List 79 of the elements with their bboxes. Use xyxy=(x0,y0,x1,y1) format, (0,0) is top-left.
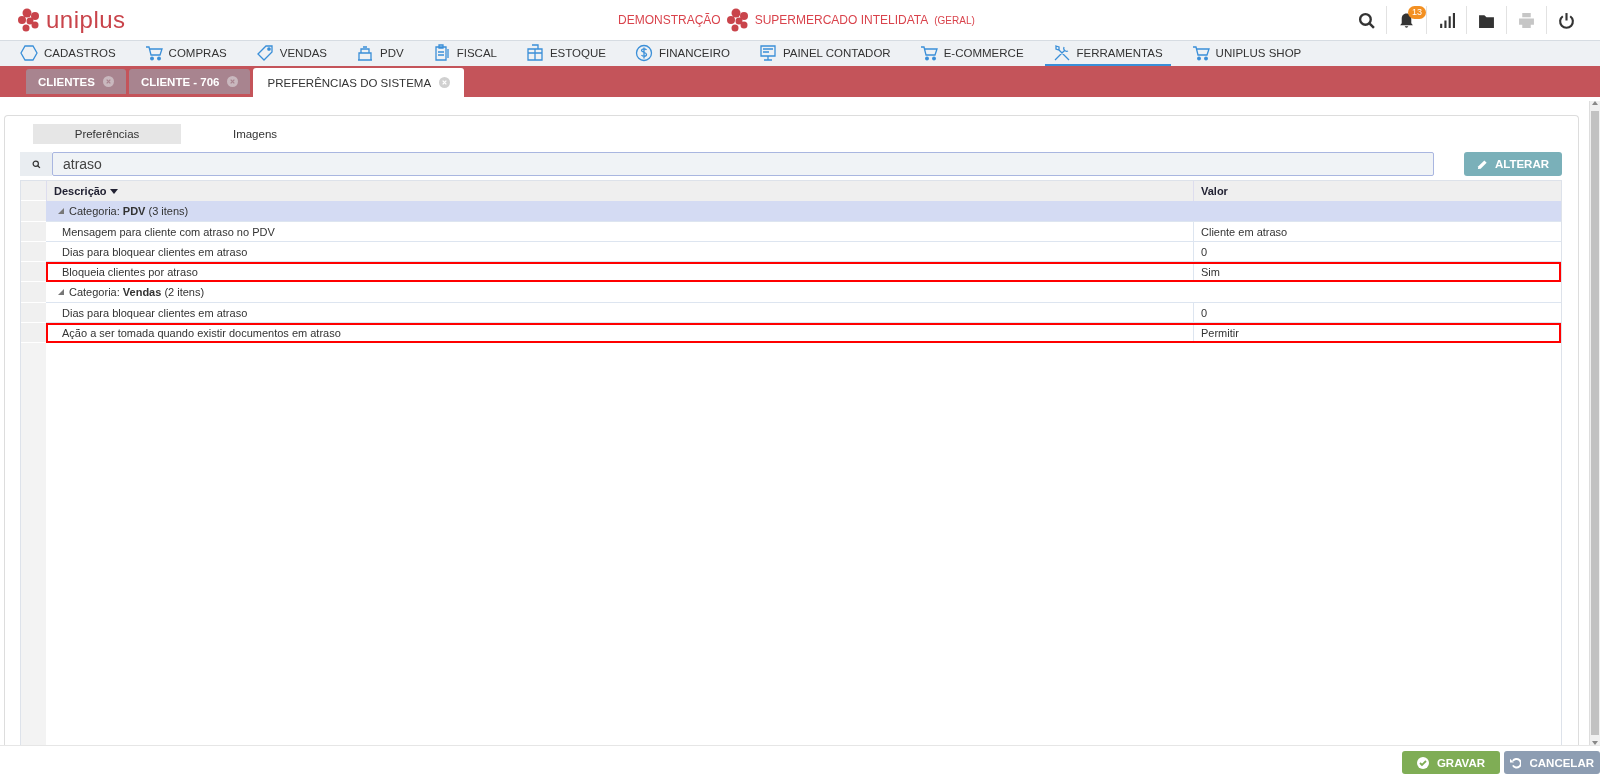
scroll-up-icon[interactable] xyxy=(1592,101,1598,105)
bar-chart-icon xyxy=(1438,11,1455,29)
logo-icon xyxy=(18,8,40,32)
sub-tab[interactable]: Preferências xyxy=(33,124,181,144)
register-icon xyxy=(356,43,375,62)
menu-item[interactable]: VENDAS xyxy=(247,41,336,66)
scrollbar-thumb[interactable] xyxy=(1591,111,1599,735)
table-row[interactable]: Dias para bloquear clientes em atraso 0 xyxy=(46,303,1561,323)
group-header-row[interactable]: Categoria: PDV (3 itens) xyxy=(46,201,1561,222)
row-selector-cell[interactable] xyxy=(21,303,46,323)
menu-item[interactable]: ESTOQUE xyxy=(517,41,614,66)
search-icon xyxy=(1357,11,1375,29)
mode-label: DEMONSTRAÇÃO xyxy=(618,13,721,27)
column-title: Valor xyxy=(1201,185,1228,197)
description-cell-text: Ação a ser tomada quando existir documentos em atraso xyxy=(61,325,342,341)
group-label: Categoria: PDV (3 itens) xyxy=(69,205,189,217)
company-name: SUPERMERCADO INTELIDATA xyxy=(754,13,929,27)
row-selector-cell[interactable] xyxy=(21,323,46,343)
group-header-row[interactable]: Categoria: Vendas (2 itens) xyxy=(46,282,1561,303)
table-row[interactable]: Dias para bloquear clientes em atraso 0 xyxy=(46,242,1561,262)
row-selector-cell[interactable] xyxy=(21,181,46,201)
menu-item[interactable]: PAINEL CONTADOR xyxy=(750,41,899,66)
value-cell: 0 xyxy=(1193,303,1561,322)
close-icon[interactable] xyxy=(102,76,114,87)
close-icon[interactable] xyxy=(439,77,451,88)
table-row[interactable]: Mensagem para cliente com atraso no PDV Cliente em atraso xyxy=(46,222,1561,242)
menu-item[interactable]: FISCAL xyxy=(424,41,505,66)
description-cell-text: Bloqueia clientes por atraso xyxy=(61,264,199,280)
row-selector-cell[interactable] xyxy=(21,222,46,242)
highlighted-row[interactable]: Bloqueia clientes por atraso Sim xyxy=(46,262,1561,282)
logo-icon xyxy=(726,8,749,32)
row-selector-cell[interactable] xyxy=(21,282,46,303)
scrollbar-track[interactable] xyxy=(1589,101,1600,745)
tag-icon xyxy=(255,43,274,62)
undo-icon xyxy=(1510,756,1522,769)
search-field[interactable]: atraso xyxy=(52,152,1434,176)
document-tab[interactable]: PREFERÊNCIAS DO SISTEMA xyxy=(253,68,465,97)
value-cell: Sim xyxy=(1193,262,1561,281)
menu-item[interactable]: UNIPLUS SHOP xyxy=(1183,41,1310,66)
menu-item[interactable]: FINANCEIRO xyxy=(627,41,738,66)
sort-caret-icon xyxy=(109,188,118,194)
description-cell-text: Dias para bloquear clientes em atraso xyxy=(61,244,249,260)
sub-tab[interactable]: Imagens xyxy=(181,124,329,144)
notification-badge: 13 xyxy=(1408,6,1426,19)
cart-icon xyxy=(1191,43,1210,62)
tools-icon xyxy=(1052,43,1071,62)
expand-triangle-icon[interactable] xyxy=(58,289,64,295)
dollar-icon xyxy=(635,43,653,62)
description-cell-text: Mensagem para cliente com atraso no PDV xyxy=(61,224,276,240)
close-icon[interactable] xyxy=(227,76,239,87)
cart-icon xyxy=(144,43,163,62)
cart-icon xyxy=(919,43,938,62)
value-cell: 0 xyxy=(1193,242,1561,261)
scroll-down-icon[interactable] xyxy=(1592,741,1598,745)
row-selector-cell[interactable] xyxy=(21,262,46,282)
box-icon xyxy=(525,43,544,62)
hexagon-icon xyxy=(20,43,38,62)
monitor-icon xyxy=(758,43,777,62)
logo-text: uniplus xyxy=(46,6,126,34)
value-cell: Permitir xyxy=(1193,323,1561,342)
clipboard-icon xyxy=(432,43,451,62)
row-selector-cell[interactable] xyxy=(21,201,46,222)
scope-label: (GERAL) xyxy=(934,14,975,26)
menu-item[interactable]: COMPRAS xyxy=(136,41,235,66)
row-selector-cell[interactable] xyxy=(21,242,46,262)
expand-triangle-icon[interactable] xyxy=(58,208,64,214)
value-cell: Cliente em atraso xyxy=(1193,222,1561,241)
column-title: Descrição xyxy=(54,185,107,197)
group-label: Categoria: Vendas (2 itens) xyxy=(69,286,205,298)
search-icon xyxy=(31,159,41,169)
menu-item[interactable]: E-COMMERCE xyxy=(911,41,1032,66)
highlighted-row[interactable]: Ação a ser tomada quando existir documentos em atraso Permitir xyxy=(46,323,1561,343)
menu-item[interactable]: CADASTROS xyxy=(12,41,124,66)
check-circle-icon xyxy=(1416,756,1429,769)
pencil-icon xyxy=(1476,158,1488,170)
description-cell-text: Dias para bloquear clientes em atraso xyxy=(61,305,249,321)
power-icon xyxy=(1558,11,1575,29)
printer-icon xyxy=(1518,11,1535,29)
menu-item[interactable]: PDV xyxy=(348,41,412,66)
